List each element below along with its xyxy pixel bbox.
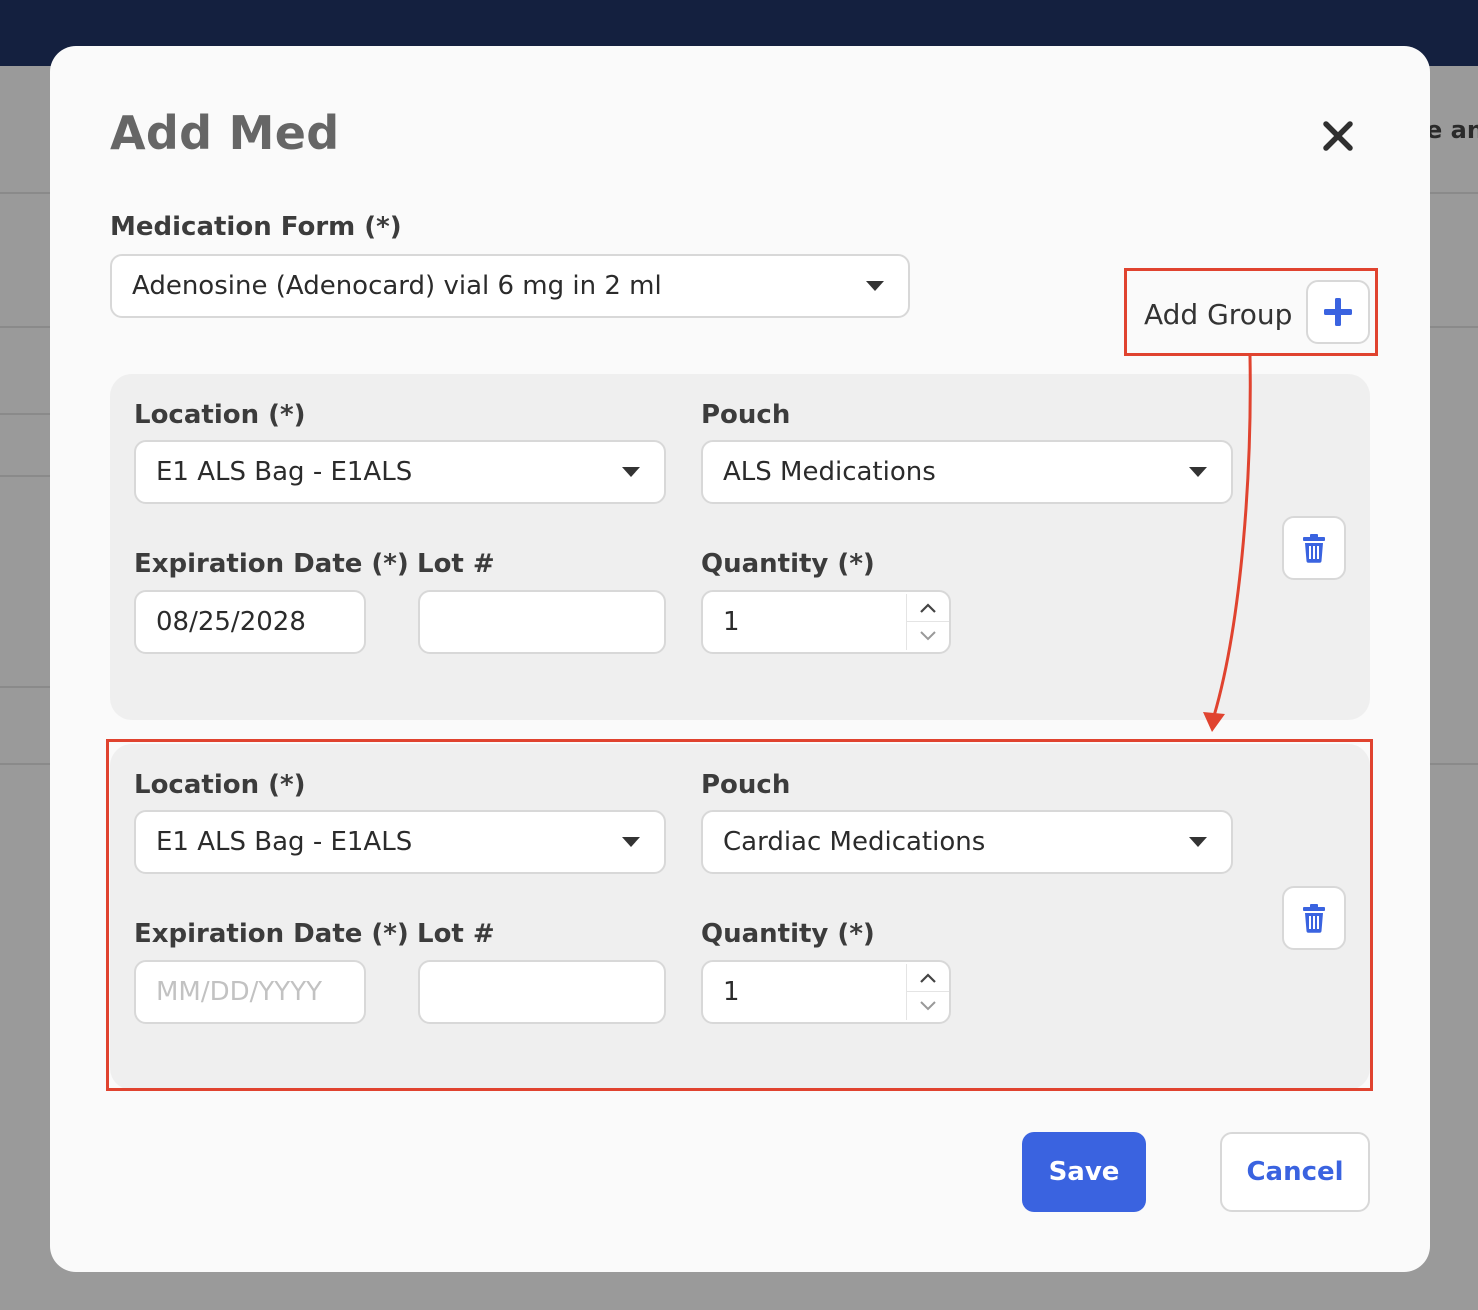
pouch-value: ALS Medications [723, 457, 936, 487]
pouch-select[interactable]: Cardiac Medications [701, 810, 1233, 874]
background-divider [1430, 763, 1478, 765]
expiration-date-value: 08/25/2028 [156, 607, 306, 637]
background-divider [1430, 192, 1478, 194]
pouch-label: Pouch [701, 770, 791, 800]
background-divider [0, 475, 50, 477]
modal-title: Add Med [110, 106, 340, 160]
chevron-down-icon [1189, 467, 1207, 477]
chevron-up-icon[interactable] [907, 964, 949, 992]
background-heading-fragment: e an [1426, 116, 1478, 144]
background-divider [0, 686, 50, 688]
expiration-date-input[interactable]: MM/DD/YYYY [134, 960, 366, 1024]
location-select[interactable]: E1 ALS Bag - E1ALS [134, 810, 666, 874]
delete-group-button[interactable] [1282, 516, 1346, 580]
medication-form-select[interactable]: Adenosine (Adenocard) vial 6 mg in 2 ml [110, 254, 910, 318]
plus-icon [1324, 298, 1352, 326]
quantity-stepper[interactable]: 1 [701, 960, 951, 1024]
chevron-down-icon [622, 837, 640, 847]
medication-form-value: Adenosine (Adenocard) vial 6 mg in 2 ml [132, 271, 662, 301]
quantity-label: Quantity (*) [701, 919, 875, 949]
close-icon[interactable] [1318, 116, 1358, 156]
lot-label: Lot # [417, 549, 495, 579]
medication-group-2: Location (*) E1 ALS Bag - E1ALS Pouch Ca… [110, 744, 1370, 1090]
chevron-down-icon [622, 467, 640, 477]
expiration-date-label: Expiration Date (*) [134, 919, 409, 949]
medication-group-1: Location (*) E1 ALS Bag - E1ALS Pouch AL… [110, 374, 1370, 720]
chevron-down-icon[interactable] [907, 622, 949, 649]
background-divider [1430, 326, 1478, 328]
add-group-label: Add Group [1144, 298, 1293, 331]
quantity-label: Quantity (*) [701, 549, 875, 579]
quantity-spinner [906, 964, 949, 1020]
background-divider [0, 192, 50, 194]
chevron-down-icon [1189, 837, 1207, 847]
quantity-stepper[interactable]: 1 [701, 590, 951, 654]
quantity-value: 1 [723, 607, 740, 637]
delete-group-button[interactable] [1282, 886, 1346, 950]
background-divider [0, 326, 50, 328]
medication-form-label: Medication Form (*) [110, 212, 402, 242]
chevron-down-icon[interactable] [907, 992, 949, 1019]
lot-input[interactable] [418, 960, 666, 1024]
expiration-date-placeholder: MM/DD/YYYY [156, 977, 322, 1007]
chevron-up-icon[interactable] [907, 594, 949, 622]
quantity-value: 1 [723, 977, 740, 1007]
add-med-modal: Add Med Medication Form (*) Adenosine (A… [50, 46, 1430, 1272]
pouch-value: Cardiac Medications [723, 827, 986, 857]
add-group-button[interactable] [1306, 280, 1370, 344]
expiration-date-label: Expiration Date (*) [134, 549, 409, 579]
lot-label: Lot # [417, 919, 495, 949]
background-divider [0, 413, 50, 415]
pouch-label: Pouch [701, 400, 791, 430]
pouch-select[interactable]: ALS Medications [701, 440, 1233, 504]
trash-icon [1303, 534, 1325, 563]
location-label: Location (*) [134, 770, 306, 800]
trash-icon [1303, 904, 1325, 933]
lot-input[interactable] [418, 590, 666, 654]
save-button[interactable]: Save [1022, 1132, 1146, 1212]
quantity-spinner [906, 594, 949, 650]
background-divider [0, 763, 50, 765]
location-label: Location (*) [134, 400, 306, 430]
location-select[interactable]: E1 ALS Bag - E1ALS [134, 440, 666, 504]
location-value: E1 ALS Bag - E1ALS [156, 827, 413, 857]
cancel-button[interactable]: Cancel [1220, 1132, 1370, 1212]
expiration-date-input[interactable]: 08/25/2028 [134, 590, 366, 654]
chevron-down-icon [866, 281, 884, 291]
location-value: E1 ALS Bag - E1ALS [156, 457, 413, 487]
